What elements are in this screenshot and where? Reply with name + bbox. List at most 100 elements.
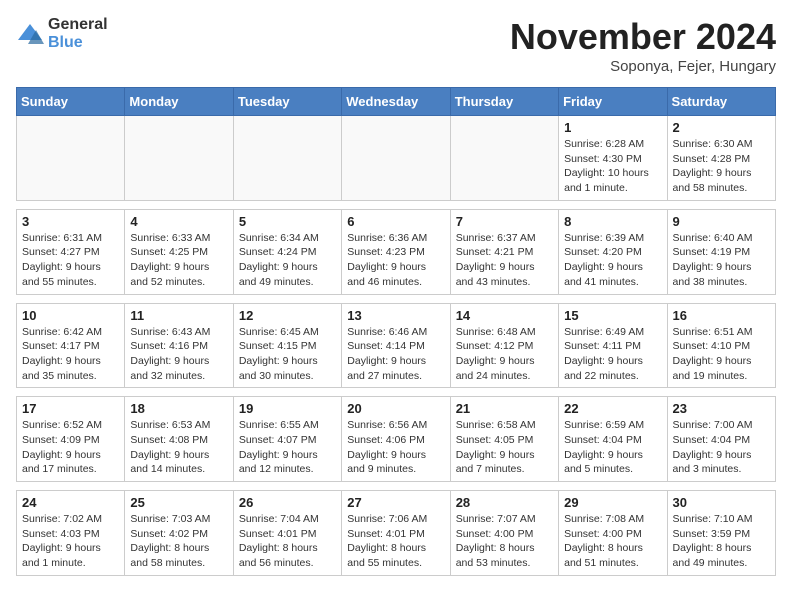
calendar-cell: 8 Sunrise: 6:39 AM Sunset: 4:20 PM Daylig… xyxy=(559,209,667,294)
logo[interactable]: General Blue xyxy=(16,16,108,51)
day-detail: Sunrise: 6:49 AM Sunset: 4:11 PM Dayligh… xyxy=(564,325,661,384)
day-number: 13 xyxy=(347,308,444,323)
row-spacer xyxy=(17,294,776,303)
calendar-cell xyxy=(233,116,341,201)
calendar-week-row: 1 Sunrise: 6:28 AM Sunset: 4:30 PM Daylig… xyxy=(17,116,776,201)
calendar-cell: 28 Sunrise: 7:07 AM Sunset: 4:00 PM Dayli… xyxy=(450,491,558,576)
weekday-header-friday: Friday xyxy=(559,88,667,116)
day-detail: Sunrise: 6:34 AM Sunset: 4:24 PM Dayligh… xyxy=(239,231,336,290)
day-detail: Sunrise: 7:03 AM Sunset: 4:02 PM Dayligh… xyxy=(130,512,227,571)
day-detail: Sunrise: 6:45 AM Sunset: 4:15 PM Dayligh… xyxy=(239,325,336,384)
day-detail: Sunrise: 6:55 AM Sunset: 4:07 PM Dayligh… xyxy=(239,418,336,477)
day-number: 29 xyxy=(564,495,661,510)
calendar-cell: 12 Sunrise: 6:45 AM Sunset: 4:15 PM Dayli… xyxy=(233,303,341,388)
day-number: 2 xyxy=(673,120,770,135)
day-number: 3 xyxy=(22,214,119,229)
day-detail: Sunrise: 6:40 AM Sunset: 4:19 PM Dayligh… xyxy=(673,231,770,290)
day-number: 5 xyxy=(239,214,336,229)
day-number: 30 xyxy=(673,495,770,510)
calendar-table: SundayMondayTuesdayWednesdayThursdayFrid… xyxy=(16,87,776,576)
row-spacer xyxy=(17,388,776,397)
calendar-week-row: 3 Sunrise: 6:31 AM Sunset: 4:27 PM Daylig… xyxy=(17,209,776,294)
day-detail: Sunrise: 6:48 AM Sunset: 4:12 PM Dayligh… xyxy=(456,325,553,384)
calendar-week-row: 10Sunrise: 6:42 AM Sunset: 4:17 PM Dayli… xyxy=(17,303,776,388)
day-detail: Sunrise: 7:07 AM Sunset: 4:00 PM Dayligh… xyxy=(456,512,553,571)
day-number: 8 xyxy=(564,214,661,229)
calendar-cell: 26Sunrise: 7:04 AM Sunset: 4:01 PM Dayli… xyxy=(233,491,341,576)
calendar-cell: 3 Sunrise: 6:31 AM Sunset: 4:27 PM Daylig… xyxy=(17,209,125,294)
day-detail: Sunrise: 6:28 AM Sunset: 4:30 PM Dayligh… xyxy=(564,137,661,196)
logo-icon xyxy=(16,20,44,48)
calendar-week-row: 24 Sunrise: 7:02 AM Sunset: 4:03 PM Dayli… xyxy=(17,491,776,576)
calendar-cell: 19 Sunrise: 6:55 AM Sunset: 4:07 PM Dayli… xyxy=(233,397,341,482)
logo-blue-text: Blue xyxy=(48,34,108,52)
weekday-header-saturday: Saturday xyxy=(667,88,775,116)
day-detail: Sunrise: 6:42 AM Sunset: 4:17 PM Dayligh… xyxy=(22,325,119,384)
day-number: 26 xyxy=(239,495,336,510)
day-detail: Sunrise: 6:46 AM Sunset: 4:14 PM Dayligh… xyxy=(347,325,444,384)
day-detail: Sunrise: 6:31 AM Sunset: 4:27 PM Dayligh… xyxy=(22,231,119,290)
day-number: 12 xyxy=(239,308,336,323)
calendar-week-row: 17Sunrise: 6:52 AM Sunset: 4:09 PM Dayli… xyxy=(17,397,776,482)
day-detail: Sunrise: 7:00 AM Sunset: 4:04 PM Dayligh… xyxy=(673,418,770,477)
calendar-cell: 21Sunrise: 6:58 AM Sunset: 4:05 PM Dayli… xyxy=(450,397,558,482)
day-number: 28 xyxy=(456,495,553,510)
day-detail: Sunrise: 7:06 AM Sunset: 4:01 PM Dayligh… xyxy=(347,512,444,571)
weekday-header-monday: Monday xyxy=(125,88,233,116)
calendar-cell: 15 Sunrise: 6:49 AM Sunset: 4:11 PM Dayli… xyxy=(559,303,667,388)
day-number: 19 xyxy=(239,401,336,416)
day-detail: Sunrise: 6:56 AM Sunset: 4:06 PM Dayligh… xyxy=(347,418,444,477)
calendar-cell: 11Sunrise: 6:43 AM Sunset: 4:16 PM Dayli… xyxy=(125,303,233,388)
calendar-cell: 7 Sunrise: 6:37 AM Sunset: 4:21 PM Daylig… xyxy=(450,209,558,294)
row-spacer xyxy=(17,200,776,209)
day-number: 9 xyxy=(673,214,770,229)
calendar-cell: 6 Sunrise: 6:36 AM Sunset: 4:23 PM Daylig… xyxy=(342,209,450,294)
calendar-cell: 10Sunrise: 6:42 AM Sunset: 4:17 PM Dayli… xyxy=(17,303,125,388)
calendar-cell: 1 Sunrise: 6:28 AM Sunset: 4:30 PM Daylig… xyxy=(559,116,667,201)
weekday-header-sunday: Sunday xyxy=(17,88,125,116)
day-number: 15 xyxy=(564,308,661,323)
day-detail: Sunrise: 6:36 AM Sunset: 4:23 PM Dayligh… xyxy=(347,231,444,290)
location-subtitle: Soponya, Fejer, Hungary xyxy=(510,58,776,75)
calendar-cell: 23 Sunrise: 7:00 AM Sunset: 4:04 PM Dayli… xyxy=(667,397,775,482)
day-detail: Sunrise: 6:30 AM Sunset: 4:28 PM Dayligh… xyxy=(673,137,770,196)
calendar-cell xyxy=(342,116,450,201)
calendar-cell: 16 Sunrise: 6:51 AM Sunset: 4:10 PM Dayli… xyxy=(667,303,775,388)
weekday-header-thursday: Thursday xyxy=(450,88,558,116)
month-title: November 2024 xyxy=(510,16,776,58)
calendar-cell xyxy=(450,116,558,201)
day-number: 4 xyxy=(130,214,227,229)
calendar-cell: 29Sunrise: 7:08 AM Sunset: 4:00 PM Dayli… xyxy=(559,491,667,576)
day-number: 7 xyxy=(456,214,553,229)
title-block: November 2024 Soponya, Fejer, Hungary xyxy=(510,16,776,75)
day-number: 25 xyxy=(130,495,227,510)
calendar-cell: 27Sunrise: 7:06 AM Sunset: 4:01 PM Dayli… xyxy=(342,491,450,576)
day-number: 16 xyxy=(673,308,770,323)
day-number: 24 xyxy=(22,495,119,510)
calendar-cell: 13 Sunrise: 6:46 AM Sunset: 4:14 PM Dayli… xyxy=(342,303,450,388)
calendar-cell xyxy=(125,116,233,201)
calendar-cell: 2 Sunrise: 6:30 AM Sunset: 4:28 PM Daylig… xyxy=(667,116,775,201)
calendar-cell: 22Sunrise: 6:59 AM Sunset: 4:04 PM Dayli… xyxy=(559,397,667,482)
calendar-cell: 17Sunrise: 6:52 AM Sunset: 4:09 PM Dayli… xyxy=(17,397,125,482)
day-detail: Sunrise: 6:37 AM Sunset: 4:21 PM Dayligh… xyxy=(456,231,553,290)
day-detail: Sunrise: 6:53 AM Sunset: 4:08 PM Dayligh… xyxy=(130,418,227,477)
day-detail: Sunrise: 6:58 AM Sunset: 4:05 PM Dayligh… xyxy=(456,418,553,477)
row-spacer xyxy=(17,482,776,491)
day-detail: Sunrise: 7:02 AM Sunset: 4:03 PM Dayligh… xyxy=(22,512,119,571)
weekday-header-tuesday: Tuesday xyxy=(233,88,341,116)
day-number: 18 xyxy=(130,401,227,416)
day-detail: Sunrise: 6:51 AM Sunset: 4:10 PM Dayligh… xyxy=(673,325,770,384)
day-number: 6 xyxy=(347,214,444,229)
day-detail: Sunrise: 6:39 AM Sunset: 4:20 PM Dayligh… xyxy=(564,231,661,290)
calendar-cell xyxy=(17,116,125,201)
day-number: 1 xyxy=(564,120,661,135)
day-number: 23 xyxy=(673,401,770,416)
day-detail: Sunrise: 6:52 AM Sunset: 4:09 PM Dayligh… xyxy=(22,418,119,477)
calendar-cell: 25 Sunrise: 7:03 AM Sunset: 4:02 PM Dayli… xyxy=(125,491,233,576)
calendar-cell: 14Sunrise: 6:48 AM Sunset: 4:12 PM Dayli… xyxy=(450,303,558,388)
calendar-cell: 20Sunrise: 6:56 AM Sunset: 4:06 PM Dayli… xyxy=(342,397,450,482)
day-number: 22 xyxy=(564,401,661,416)
page-header: General Blue November 2024 Soponya, Feje… xyxy=(16,16,776,75)
day-detail: Sunrise: 6:33 AM Sunset: 4:25 PM Dayligh… xyxy=(130,231,227,290)
